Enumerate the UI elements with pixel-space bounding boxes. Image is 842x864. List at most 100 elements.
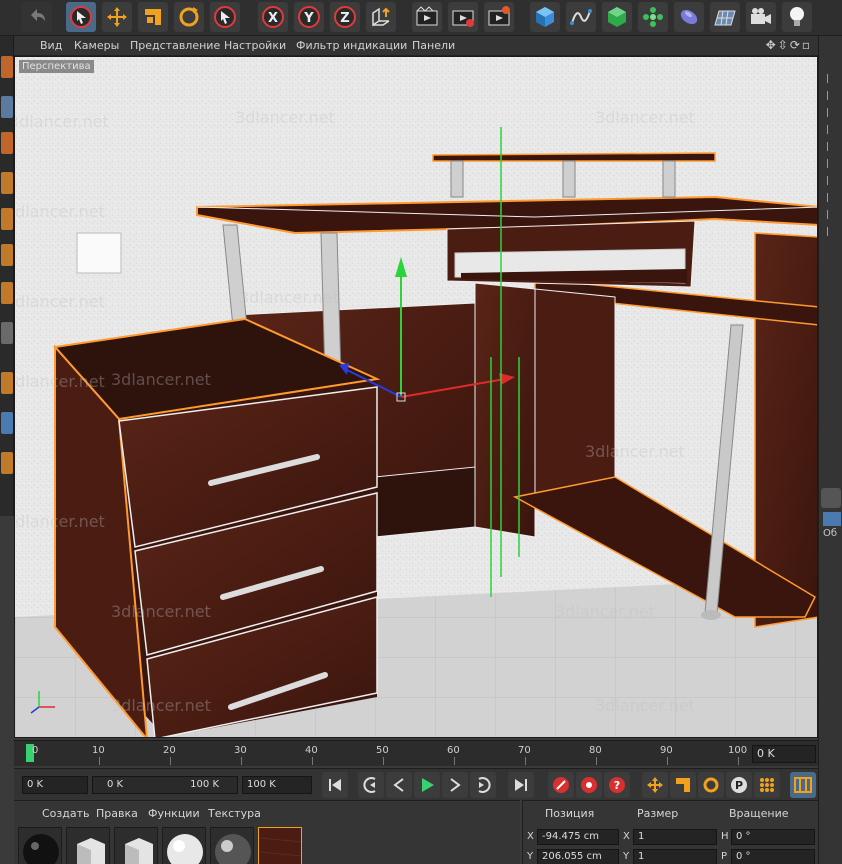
menu-panels[interactable]: Панели: [412, 39, 455, 52]
locking-button[interactable]: [1, 452, 13, 474]
menu-create[interactable]: Создать: [42, 807, 90, 820]
timeline[interactable]: 0 10 20 30 40 50 60 70 80 90 100 0 K: [14, 740, 818, 766]
coordinate-system-button[interactable]: [366, 2, 396, 32]
svg-text:3dlancer.net: 3dlancer.net: [15, 292, 105, 311]
light-button[interactable]: [782, 2, 812, 32]
scene-render: 3dlancer.net 3dlancer.net 3dlancer.net 3…: [15, 57, 817, 737]
viewport-navigation-icons[interactable]: ✥⇳⟳▫: [766, 38, 812, 52]
next-frame-button[interactable]: [442, 772, 468, 798]
perspective-viewport[interactable]: 3dlancer.net 3dlancer.net 3dlancer.net 3…: [14, 56, 818, 738]
attribute-tab[interactable]: [823, 512, 841, 526]
select-tool-button[interactable]: [66, 2, 96, 32]
timeline-window-button[interactable]: [790, 772, 816, 798]
live-select-button[interactable]: [210, 2, 240, 32]
render-view-button[interactable]: [412, 2, 442, 32]
tick-label: 40: [305, 745, 318, 756]
move-tool-button[interactable]: [102, 2, 132, 32]
array-icon: [643, 7, 663, 27]
key-pla-button[interactable]: [754, 772, 780, 798]
menu-texture[interactable]: Текстура: [208, 807, 261, 820]
current-frame-field[interactable]: 0 K: [752, 745, 816, 763]
edges-mode-button[interactable]: [1, 208, 13, 230]
menu-filter[interactable]: Фильтр индикации: [296, 39, 407, 52]
key-scale-button[interactable]: [670, 772, 696, 798]
svg-text:3dlancer.net: 3dlancer.net: [15, 512, 105, 531]
render-picture-icon: [452, 10, 474, 27]
menu-options[interactable]: Настройки: [224, 39, 286, 52]
rotate-key-icon: [703, 777, 719, 793]
autokey-icon: [581, 777, 597, 793]
mode-tool-button[interactable]: [1, 56, 13, 78]
menu-display[interactable]: Представление: [130, 39, 220, 52]
key-rotation-button[interactable]: [698, 772, 724, 798]
preview-range-slider[interactable]: 0 K 100 K: [92, 776, 238, 794]
record-icon: [553, 777, 569, 793]
end-frame-field[interactable]: 100 K: [242, 776, 312, 794]
tick-label: 0: [32, 745, 39, 756]
polygons-mode-button[interactable]: [1, 244, 13, 266]
axis-mode-button[interactable]: [1, 282, 13, 304]
material-swatch[interactable]: [210, 827, 254, 864]
undo-button[interactable]: [22, 2, 52, 32]
key-parameter-button[interactable]: P: [726, 772, 752, 798]
go-to-end-button[interactable]: [508, 772, 534, 798]
material-swatch[interactable]: [114, 827, 158, 864]
next-key-button[interactable]: [470, 772, 496, 798]
workplane-button[interactable]: [1, 412, 13, 434]
go-to-start-button[interactable]: [322, 772, 348, 798]
scale-tool-button[interactable]: [138, 2, 168, 32]
size-x-field[interactable]: 1: [633, 829, 717, 845]
points-mode-button[interactable]: [1, 172, 13, 194]
menu-cameras[interactable]: Камеры: [74, 39, 119, 52]
prev-key-button[interactable]: [358, 772, 384, 798]
play-button[interactable]: [414, 772, 440, 798]
render-picture-button[interactable]: [448, 2, 478, 32]
camera-button[interactable]: [746, 2, 776, 32]
deformer-button[interactable]: [674, 2, 704, 32]
position-y-field[interactable]: 206.055 cm: [537, 849, 619, 864]
attributes-label: Об: [823, 528, 838, 539]
texture-mode-button[interactable]: [1, 132, 13, 154]
key-position-button[interactable]: [642, 772, 668, 798]
menu-view[interactable]: Вид: [40, 39, 62, 52]
skip-start-icon: [329, 779, 341, 791]
undo-icon: [31, 9, 45, 21]
svg-text:3dlancer.net: 3dlancer.net: [15, 202, 105, 221]
material-swatch[interactable]: [162, 827, 206, 864]
cloud-icon[interactable]: [821, 488, 841, 508]
position-header: Позиция: [545, 807, 595, 820]
position-x-field[interactable]: -94.475 cm: [537, 829, 619, 845]
nurbs-icon: [608, 7, 626, 27]
spline-button[interactable]: [566, 2, 596, 32]
cube-object-button[interactable]: [530, 2, 560, 32]
key-help-button[interactable]: ?: [604, 772, 630, 798]
material-swatch[interactable]: [66, 827, 110, 864]
record-keys-button[interactable]: [548, 772, 574, 798]
model-mode-button[interactable]: [1, 96, 13, 118]
rotation-p-field[interactable]: 0 °: [731, 849, 815, 864]
menu-function[interactable]: Функции: [148, 807, 200, 820]
rotate-tool-button[interactable]: [174, 2, 204, 32]
auto-key-button[interactable]: [576, 772, 602, 798]
array-button[interactable]: [638, 2, 668, 32]
menu-edit[interactable]: Правка: [96, 807, 138, 820]
size-header: Размер: [637, 807, 679, 820]
material-swatch[interactable]: [18, 827, 62, 864]
prev-frame-button[interactable]: [386, 772, 412, 798]
nurbs-button[interactable]: [602, 2, 632, 32]
tweak-mode-button[interactable]: [1, 322, 13, 344]
axis-z-button[interactable]: Z: [330, 2, 360, 32]
left-tool-strip: [0, 36, 14, 516]
size-y-field[interactable]: 1: [633, 849, 717, 864]
tick-label: 90: [660, 745, 673, 756]
camera-icon: [751, 8, 771, 24]
material-swatch-selected[interactable]: [258, 827, 302, 864]
start-frame-field[interactable]: 0 K: [22, 776, 88, 794]
floor-button[interactable]: [710, 2, 740, 32]
rotation-h-field[interactable]: 0 °: [731, 829, 815, 845]
axis-x-button[interactable]: X: [258, 2, 288, 32]
render-settings-button[interactable]: [484, 2, 514, 32]
axis-y-button[interactable]: Y: [294, 2, 324, 32]
prev-key-icon: [363, 777, 376, 793]
snap-button[interactable]: [1, 372, 13, 394]
